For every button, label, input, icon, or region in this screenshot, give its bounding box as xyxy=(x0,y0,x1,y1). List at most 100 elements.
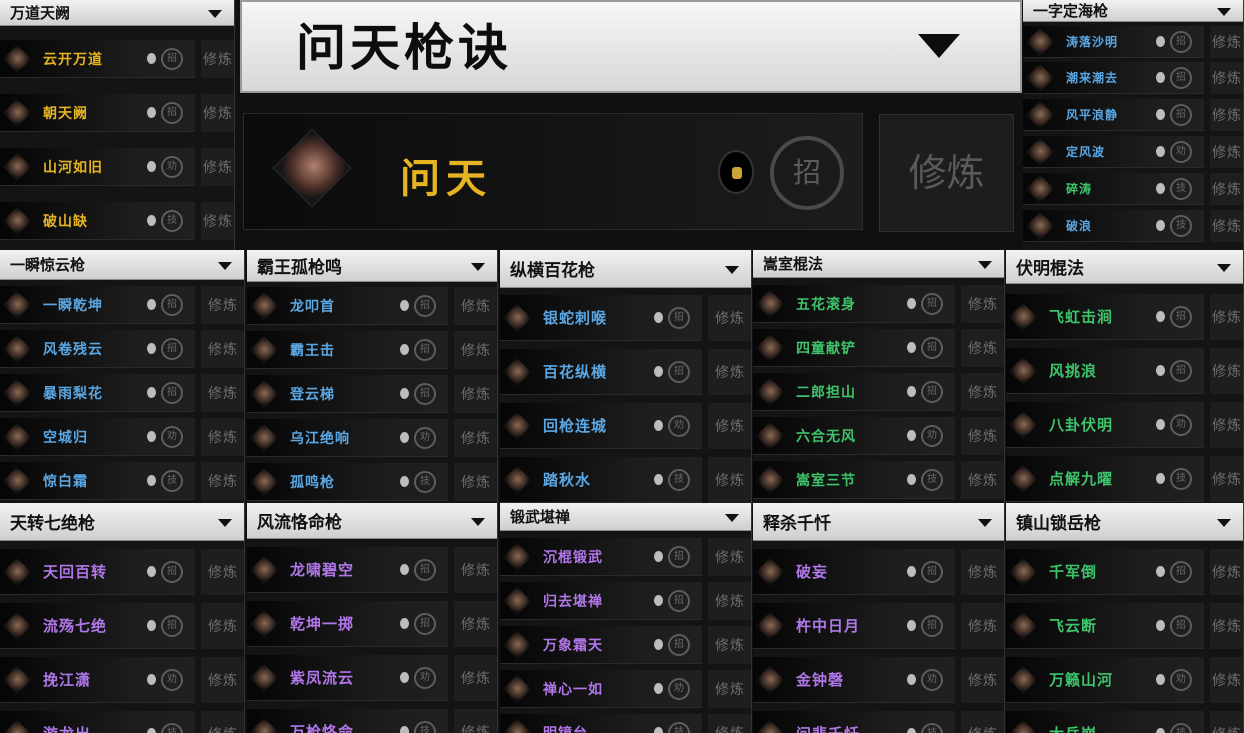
skill-entry[interactable]: 风挑浪 招 xyxy=(1006,348,1204,394)
skill-entry[interactable]: 踏秋水 技 xyxy=(500,457,702,503)
skill-row[interactable]: 登云梯 招修炼 xyxy=(247,375,497,413)
skill-row[interactable]: 万枪恪命 技 修炼 xyxy=(247,709,497,733)
skill-row[interactable]: 游龙出 技 修炼 xyxy=(0,711,244,733)
skill-row[interactable]: 杵中日月 招修炼 xyxy=(753,603,1004,649)
skill-row[interactable]: 龙啸碧空 招修炼 xyxy=(247,547,497,593)
skill-entry[interactable]: 万象霜天 招 xyxy=(500,626,702,664)
train-button[interactable]: 修炼 xyxy=(1210,348,1243,394)
dropdown-arrow-icon[interactable] xyxy=(918,34,960,58)
skill-row[interactable]: 挽江潇 劝修炼 xyxy=(0,657,244,703)
skill-entry[interactable]: 归去堪禅 招 xyxy=(500,582,702,620)
train-button[interactable]: 修炼 xyxy=(201,148,234,186)
skill-row[interactable]: 破浪 技修炼 xyxy=(1023,210,1243,242)
skill-row[interactable]: 踏秋水 技修炼 xyxy=(500,457,751,503)
skill-entry[interactable]: 空城归 劝 xyxy=(0,418,195,456)
train-button[interactable]: 修炼 xyxy=(201,202,234,240)
train-button[interactable]: 修炼 xyxy=(1210,26,1243,58)
skill-entry[interactable]: 龙啸碧空 招 xyxy=(247,547,448,593)
skill-row[interactable]: 潮来潮去 招修炼 xyxy=(1023,62,1243,94)
panel-header[interactable]: 释杀千忏 xyxy=(753,503,1004,541)
skill-row[interactable]: 八卦伏明 劝修炼 xyxy=(1006,402,1243,448)
train-button[interactable]: 修炼 xyxy=(961,603,1004,649)
skill-row[interactable]: 百花纵横 招修炼 xyxy=(500,349,751,395)
train-button[interactable]: 修炼 xyxy=(1210,99,1243,131)
panel-header[interactable]: 伏明棍法 xyxy=(1006,250,1243,284)
skill-entry[interactable]: 流殇七绝 招 xyxy=(0,603,195,649)
panel-header[interactable]: 嵩室棍法 xyxy=(753,250,1004,278)
dropdown-arrow-icon[interactable] xyxy=(208,9,222,18)
skill-entry[interactable]: 碎涛 技 xyxy=(1023,173,1204,205)
train-button[interactable]: 修炼 xyxy=(1210,549,1243,595)
train-button[interactable]: 修炼 xyxy=(201,94,234,132)
skill-row[interactable]: 紫凤流云 劝修炼 xyxy=(247,655,497,701)
train-button[interactable]: 修炼 xyxy=(961,461,1004,499)
skill-row[interactable]: 归去堪禅 招修炼 xyxy=(500,582,751,620)
skill-row[interactable]: 龙叩首 招修炼 xyxy=(247,287,497,325)
skill-entry[interactable]: 惊白霜 技 xyxy=(0,462,195,500)
train-button[interactable]: 修炼 xyxy=(961,549,1004,595)
skill-entry[interactable]: 大岳崩 技 xyxy=(1006,711,1204,733)
skill-row[interactable]: 回枪连城 劝修炼 xyxy=(500,403,751,449)
skill-row[interactable]: 云开万道 招修炼 xyxy=(0,40,234,78)
train-button[interactable]: 修炼 xyxy=(708,538,751,576)
panel-header[interactable]: 镇山锁岳枪 xyxy=(1006,503,1243,541)
skill-entry[interactable]: 嵩室三节 技 xyxy=(753,461,955,499)
skill-entry[interactable]: 八卦伏明 劝 xyxy=(1006,402,1204,448)
skill-row[interactable]: 点解九曜 技修炼 xyxy=(1006,456,1243,502)
hero-title-bar[interactable]: 问天枪诀 xyxy=(240,0,1022,93)
train-button[interactable]: 修炼 xyxy=(961,417,1004,455)
skill-entry[interactable]: 禅心一如 劝 xyxy=(500,670,702,708)
dropdown-arrow-icon[interactable] xyxy=(978,518,992,527)
train-button[interactable]: 修炼 xyxy=(961,711,1004,733)
skill-entry[interactable]: 风卷残云 招 xyxy=(0,330,195,368)
skill-entry[interactable]: 四童献铲 招 xyxy=(753,329,955,367)
skill-entry[interactable]: 破妄 招 xyxy=(753,549,955,595)
train-button[interactable]: 修炼 xyxy=(1210,62,1243,94)
skill-entry[interactable]: 朝天阙 招 xyxy=(0,94,195,132)
skill-entry[interactable]: 潮来潮去 招 xyxy=(1023,62,1204,94)
train-button[interactable]: 修炼 xyxy=(201,603,244,649)
skill-entry[interactable]: 五花滚身 招 xyxy=(753,285,955,323)
skill-row[interactable]: 霸王击 招修炼 xyxy=(247,331,497,369)
train-button[interactable]: 修炼 xyxy=(1210,136,1243,168)
skill-row[interactable]: 万籁山河 劝修炼 xyxy=(1006,657,1243,703)
skill-entry[interactable]: 万枪恪命 技 xyxy=(247,709,448,733)
train-button[interactable]: 修炼 xyxy=(454,331,497,369)
skill-row[interactable]: 乌江绝响 劝修炼 xyxy=(247,419,497,457)
train-button[interactable]: 修炼 xyxy=(1210,173,1243,205)
train-button[interactable]: 修炼 xyxy=(454,709,497,733)
skill-entry[interactable]: 六合无风 劝 xyxy=(753,417,955,455)
train-button[interactable]: 修炼 xyxy=(708,582,751,620)
skill-entry[interactable]: 杵中日月 招 xyxy=(753,603,955,649)
train-button[interactable]: 修炼 xyxy=(454,287,497,325)
skill-row[interactable]: 一瞬乾坤 招修炼 xyxy=(0,286,244,324)
skill-row[interactable]: 银蛇刺喉 招修炼 xyxy=(500,295,751,341)
train-button[interactable]: 修炼 xyxy=(201,286,244,324)
dropdown-arrow-icon[interactable] xyxy=(1217,518,1231,527)
train-button[interactable]: 修炼 xyxy=(708,626,751,664)
panel-header[interactable]: 风流恪命枪 xyxy=(247,503,497,539)
skill-row[interactable]: 惊白霜 技修炼 xyxy=(0,462,244,500)
train-button[interactable]: 修炼 xyxy=(201,549,244,595)
train-button[interactable]: 修炼 xyxy=(1210,210,1243,242)
train-button[interactable]: 修炼 xyxy=(708,349,751,395)
dropdown-arrow-icon[interactable] xyxy=(471,517,485,526)
panel-header[interactable]: 万道天阙 xyxy=(0,0,234,26)
skill-entry[interactable]: 霸王击 招 xyxy=(247,331,448,369)
skill-entry[interactable]: 山河如旧 劝 xyxy=(0,148,195,186)
dropdown-arrow-icon[interactable] xyxy=(218,261,232,270)
train-button[interactable]: 修炼 xyxy=(454,547,497,593)
train-button[interactable]: 修炼 xyxy=(201,40,234,78)
skill-entry[interactable]: 飞虹击涧 招 xyxy=(1006,294,1204,340)
skill-row[interactable]: 风挑浪 招修炼 xyxy=(1006,348,1243,394)
train-button[interactable]: 修炼 xyxy=(454,601,497,647)
skill-row[interactable]: 大岳崩 技 修炼 xyxy=(1006,711,1243,733)
train-button[interactable]: 修炼 xyxy=(1210,603,1243,649)
train-button[interactable]: 修炼 xyxy=(708,714,751,733)
skill-entry[interactable]: 问悲千忏 技 xyxy=(753,711,955,733)
train-button[interactable]: 修炼 xyxy=(201,374,244,412)
skill-entry[interactable]: 明镜台 技 xyxy=(500,714,702,733)
skill-row[interactable]: 五花滚身 招修炼 xyxy=(753,285,1004,323)
skill-row[interactable]: 暴雨梨花 招修炼 xyxy=(0,374,244,412)
skill-entry[interactable]: 一瞬乾坤 招 xyxy=(0,286,195,324)
